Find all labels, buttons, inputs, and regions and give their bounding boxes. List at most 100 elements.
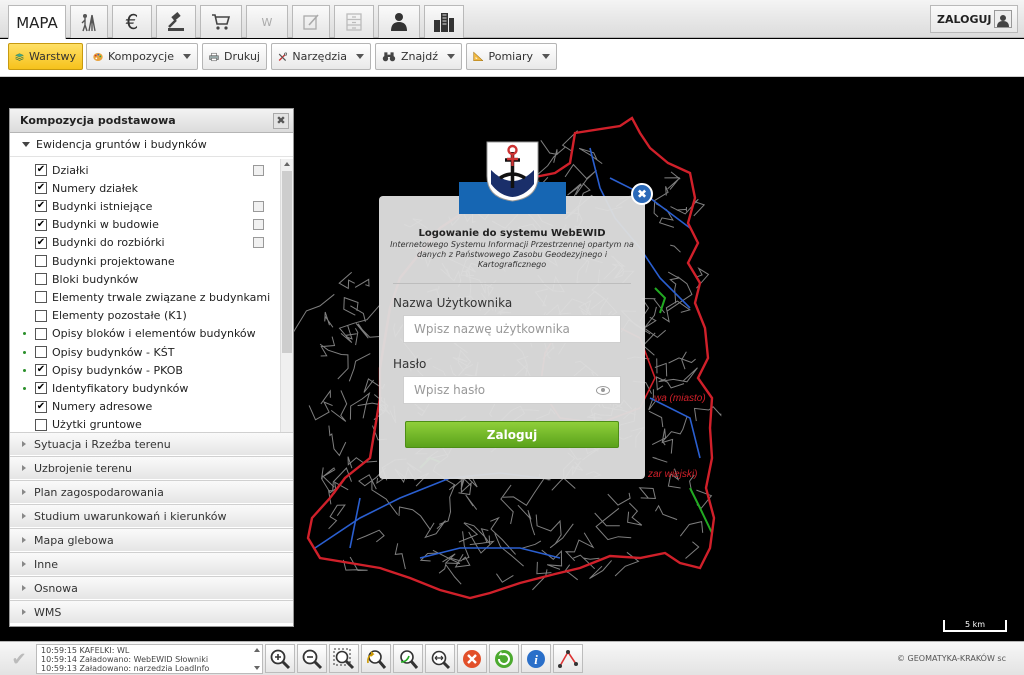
layer-checkbox[interactable]: ✔ [35, 400, 47, 413]
layer-item[interactable]: Opisy budynków - KŚT [10, 343, 280, 361]
layers-icon [15, 52, 24, 61]
layer-checkbox[interactable] [35, 255, 47, 267]
username-input[interactable]: Wpisz nazwę użytkownika [403, 315, 621, 343]
checkmark-icon: ✔ [11, 648, 27, 670]
message-log[interactable]: 10:59:15 KAFELKI: WL 10:59:14 Załadowano… [36, 644, 263, 674]
clear-button[interactable] [457, 644, 487, 673]
layer-group[interactable]: Plan zagospodarowania [10, 480, 293, 503]
layer-checkbox[interactable]: ✔ [35, 164, 47, 176]
caret-right-icon [22, 513, 26, 519]
road-line [685, 541, 700, 559]
layer-group[interactable]: Osnowa [10, 576, 293, 599]
tab-users[interactable] [378, 5, 420, 38]
road-line [354, 278, 370, 288]
scroll-up-icon[interactable] [284, 162, 290, 166]
zoom-selection-button[interactable] [425, 644, 455, 673]
layer-checkbox[interactable] [35, 418, 47, 431]
layer-item[interactable]: ✔ Budynki w budowie [10, 216, 280, 234]
layer-item[interactable]: Elementy pozostałe (K1) [10, 307, 280, 325]
print-button[interactable]: Drukuj [202, 43, 267, 70]
caret-right-icon [22, 441, 26, 447]
tab-shop[interactable] [200, 5, 242, 38]
layer-checkbox[interactable] [35, 327, 47, 340]
layer-checkbox[interactable]: ✔ [35, 218, 47, 231]
legend-icon[interactable] [253, 200, 264, 212]
measure-button[interactable]: Pomiary [466, 43, 557, 70]
scroll-thumb[interactable] [282, 171, 292, 353]
layer-checkbox[interactable] [35, 291, 47, 304]
layer-item[interactable]: Budynki projektowane [10, 252, 280, 270]
tab-finance[interactable]: € [112, 5, 152, 38]
road-line [462, 531, 470, 561]
legend-icon[interactable] [253, 237, 264, 249]
refresh-button[interactable] [489, 644, 519, 673]
scroll-up-icon[interactable] [254, 648, 260, 652]
buildings-icon [434, 13, 454, 32]
tab-archive[interactable] [334, 5, 374, 38]
layer-group[interactable]: WMS [10, 600, 293, 623]
zoom-out-button[interactable] [297, 644, 327, 673]
layer-checkbox[interactable]: ✔ [35, 182, 47, 195]
tab-legal[interactable] [156, 5, 196, 38]
layer-item[interactable]: ✔ Opisy budynków - PKOB [10, 361, 280, 379]
find-button[interactable]: Znajdź [375, 43, 462, 70]
login-submit-button[interactable]: Zaloguj [405, 421, 619, 448]
zoom-previous-button[interactable] [361, 644, 391, 673]
tab-surveyor[interactable] [70, 5, 108, 38]
log-scrollbar[interactable] [252, 645, 262, 673]
layer-item[interactable]: ✔ Numery adresowe [10, 398, 280, 416]
road-line [495, 573, 514, 583]
layer-item[interactable]: ✔ Identyfikatory budynków [10, 379, 280, 397]
road-line [355, 323, 380, 339]
layer-checkbox[interactable] [35, 273, 47, 286]
layer-group[interactable]: Mapa glebowa [10, 528, 293, 551]
layer-checkbox[interactable]: ✔ [35, 200, 47, 213]
password-input[interactable]: Wpisz hasło [403, 376, 621, 404]
layer-checkbox[interactable]: ✔ [35, 236, 47, 249]
tab-wfs[interactable]: W [246, 5, 288, 38]
layer-list-scrollbar[interactable] [280, 159, 293, 441]
sublayer-dot-icon [23, 368, 26, 372]
road-line [330, 390, 348, 422]
info-button[interactable]: i [521, 644, 551, 673]
tab-edit[interactable] [292, 5, 330, 38]
layer-item[interactable]: ✔ Budynki istniejące [10, 197, 280, 215]
tab-buildings[interactable] [424, 5, 464, 38]
layer-checkbox[interactable] [35, 346, 47, 358]
layer-label: Elementy trwale związane z budynkami [52, 290, 271, 304]
layer-item[interactable]: Elementy trwale związane z budynkami [10, 288, 280, 306]
info-icon: i [527, 649, 545, 668]
layer-checkbox[interactable]: ✔ [35, 364, 47, 377]
layer-group[interactable]: Sytuacja i Rzeźba terenu [10, 432, 293, 455]
layer-checkbox[interactable] [35, 309, 47, 322]
layer-group[interactable]: Uzbrojenie terenu [10, 456, 293, 479]
panel-close-button[interactable]: ✖ [273, 112, 289, 129]
road-line [521, 540, 542, 549]
zoom-in-button[interactable] [265, 644, 295, 673]
login-close-button[interactable]: ✖ [631, 183, 653, 205]
eye-icon[interactable] [596, 385, 610, 395]
layer-group-label: WMS [34, 605, 62, 619]
group-ewidencja[interactable]: Ewidencja gruntów i budynków [10, 133, 293, 157]
layer-item[interactable]: ✔ Numery działek [10, 179, 280, 197]
copyright-text: © GEOMATYKA-KRAKÓW sc [897, 654, 1006, 663]
layer-item[interactable]: ✔ Budynki do rozbiórki [10, 234, 280, 252]
login-tab[interactable]: ZALOGUJ [930, 5, 1018, 33]
layer-item[interactable]: Bloki budynków [10, 270, 280, 288]
road-line [438, 563, 462, 585]
legend-icon[interactable] [253, 164, 264, 176]
layers-button[interactable]: Warstwy [8, 43, 83, 70]
layer-checkbox[interactable]: ✔ [35, 382, 47, 395]
zoom-next-button[interactable] [393, 644, 423, 673]
tab-mapa[interactable]: MAPA [8, 5, 66, 39]
compositions-button[interactable]: Kompozycje [86, 43, 198, 70]
layer-item[interactable]: ✔ Działki [10, 161, 280, 179]
legend-icon[interactable] [253, 219, 264, 231]
scroll-down-icon[interactable] [254, 666, 260, 670]
layer-group[interactable]: Inne [10, 552, 293, 575]
distance-button[interactable] [553, 644, 583, 673]
tools-button[interactable]: Narzędzia [271, 43, 371, 70]
layer-item[interactable]: Opisy bloków i elementów budynków [10, 325, 280, 343]
layer-group[interactable]: Studium uwarunkowań i kierunków [10, 504, 293, 527]
zoom-extent-button[interactable] [329, 644, 359, 673]
